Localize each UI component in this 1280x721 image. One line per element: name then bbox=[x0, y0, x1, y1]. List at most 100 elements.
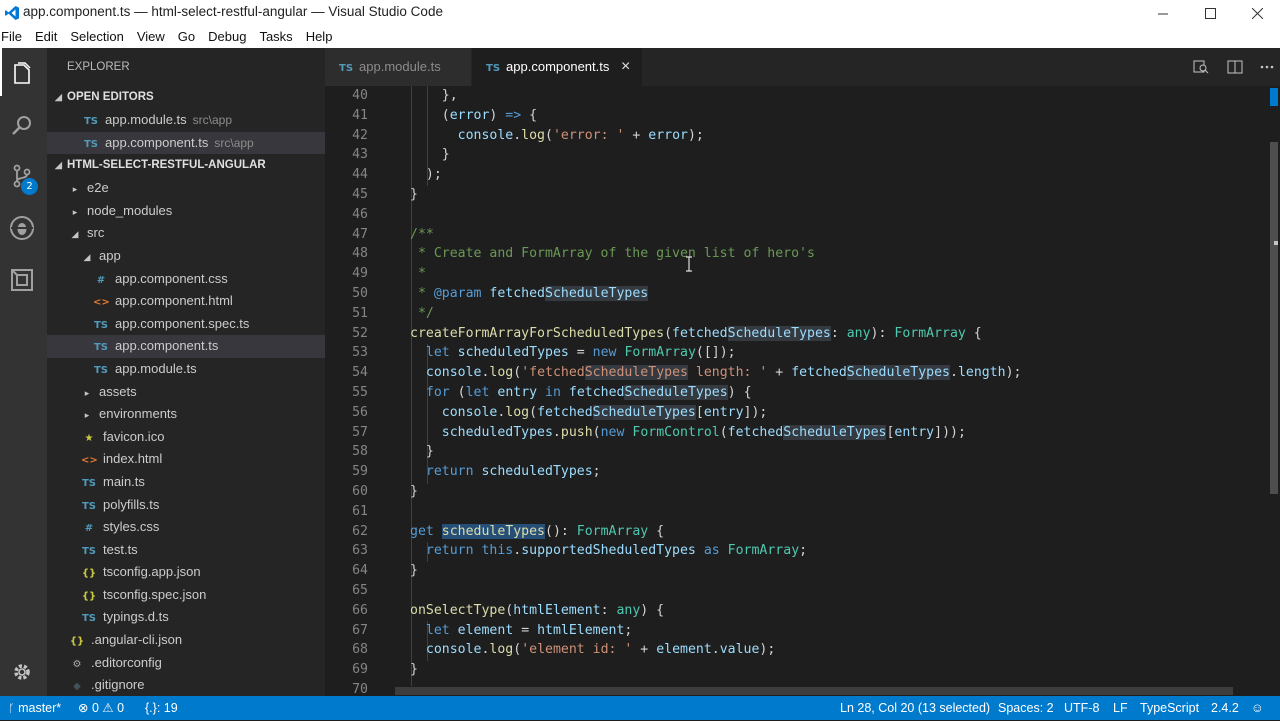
more-actions-icon[interactable] bbox=[1259, 59, 1275, 75]
tree-item[interactable]: ◢ src bbox=[47, 222, 325, 245]
tree-item[interactable]: ▸ assets bbox=[47, 381, 325, 404]
tree-item[interactable]: ★ favicon.ico bbox=[47, 426, 325, 449]
tree-item[interactable]: TS app.component.spec.ts bbox=[47, 313, 325, 336]
tree-item[interactable]: {} tsconfig.app.json bbox=[47, 561, 325, 584]
tab-label: app.component.ts bbox=[506, 59, 610, 74]
scroll-thumb[interactable] bbox=[1270, 142, 1278, 494]
git-branch[interactable]: ᚴ master* bbox=[8, 696, 61, 720]
vertical-scrollbar[interactable] bbox=[1270, 86, 1278, 696]
open-editors-section[interactable]: ◢ OPEN EDITORS bbox=[47, 86, 325, 109]
line-number: 58 bbox=[352, 444, 368, 460]
project-section[interactable]: ◢ HTML-SELECT-RESTFUL-ANGULAR bbox=[47, 154, 325, 177]
cursor-position[interactable]: Ln 28, Col 20 (13 selected) bbox=[840, 696, 990, 720]
code-editor[interactable]: 40 }, 41 (error) => { 42 console.log('er… bbox=[325, 86, 1280, 697]
line-number: 66 bbox=[352, 602, 368, 618]
tree-item-label: .editorconfig bbox=[91, 654, 162, 670]
css-icon: # bbox=[84, 523, 94, 535]
feedback-icon[interactable]: ☺ bbox=[1251, 696, 1264, 720]
open-changes-icon[interactable] bbox=[1193, 59, 1209, 75]
open-editor-item[interactable]: TS app.module.ts src\app bbox=[47, 109, 325, 132]
explorer-icon[interactable] bbox=[8, 60, 36, 88]
close-window-button[interactable] bbox=[1234, 0, 1280, 26]
tree-item-label: tsconfig.spec.json bbox=[103, 586, 207, 602]
tree-item[interactable]: <> app.component.html bbox=[47, 290, 325, 313]
status-bar: ᚴ master* ⊗ 0 ⚠ 0 {.}: 19 Ln 28, Col 20 … bbox=[0, 696, 1280, 720]
html-icon: <> bbox=[93, 297, 110, 309]
tree-item[interactable]: # styles.css bbox=[47, 516, 325, 539]
tree-item[interactable]: TS app.component.ts bbox=[47, 335, 325, 358]
tree-item[interactable]: ⚙ .editorconfig bbox=[47, 652, 325, 675]
file-path: src\app bbox=[214, 135, 254, 150]
tree-item[interactable]: ◆ .gitignore bbox=[47, 674, 325, 697]
tree-item[interactable]: <> index.html bbox=[47, 448, 325, 471]
menu-selection[interactable]: Selection bbox=[70, 26, 123, 44]
menu-debug[interactable]: Debug bbox=[208, 26, 246, 44]
scroll-selection-marker bbox=[1274, 241, 1278, 245]
warning-count: 0 bbox=[117, 701, 125, 715]
favicon-star-icon: ★ bbox=[84, 432, 94, 444]
tree-item[interactable]: TS app.module.ts bbox=[47, 358, 325, 381]
line-ending[interactable]: LF bbox=[1113, 696, 1128, 720]
tree-item[interactable]: ◢ app bbox=[47, 245, 325, 268]
config-icon: ⚙ bbox=[72, 658, 82, 670]
line-number: 69 bbox=[352, 662, 368, 678]
menu-tasks[interactable]: Tasks bbox=[259, 26, 292, 44]
activity-bar: 2 bbox=[0, 48, 47, 696]
open-editor-item[interactable]: TS app.component.ts src\app bbox=[47, 131, 325, 155]
tree-item-label: app.component.html bbox=[115, 293, 233, 309]
indentation[interactable]: Spaces: 2 bbox=[998, 696, 1054, 720]
tree-item-label: e2e bbox=[87, 180, 109, 196]
line-number: 57 bbox=[352, 424, 368, 440]
debug-icon[interactable] bbox=[8, 214, 36, 242]
ts-version[interactable]: 2.4.2 bbox=[1211, 696, 1239, 720]
split-editor-icon[interactable] bbox=[1227, 59, 1243, 75]
search-icon[interactable] bbox=[8, 112, 36, 140]
typescript-icon: TS bbox=[93, 364, 109, 376]
tree-item[interactable]: {} tsconfig.spec.json bbox=[47, 584, 325, 607]
tree-item[interactable]: TS main.ts bbox=[47, 471, 325, 494]
close-tab-icon[interactable]: × bbox=[621, 48, 630, 86]
tree-item[interactable]: ▸ node_modules bbox=[47, 200, 325, 223]
menu-edit[interactable]: Edit bbox=[35, 26, 57, 44]
tree-item-label: app bbox=[99, 247, 121, 263]
tree-item[interactable]: # app.component.css bbox=[47, 268, 325, 291]
symbol-indicator[interactable]: {.}: 19 bbox=[145, 696, 178, 720]
horizontal-scrollbar[interactable] bbox=[395, 687, 1233, 695]
menu-view[interactable]: View bbox=[137, 26, 165, 44]
file-name: app.component.ts bbox=[105, 134, 209, 150]
tab-label: app.module.ts bbox=[359, 59, 441, 74]
typescript-icon: TS bbox=[93, 319, 109, 331]
chevron-down-icon: ◢ bbox=[71, 230, 79, 241]
menu-help[interactable]: Help bbox=[306, 26, 333, 44]
section-label: OPEN EDITORS bbox=[67, 91, 154, 103]
tree-item[interactable]: TS polyfills.ts bbox=[47, 494, 325, 517]
branch-icon: ᚴ bbox=[8, 703, 15, 715]
tree-item[interactable]: ▸ e2e bbox=[47, 177, 325, 200]
tree-item[interactable]: ▸ environments bbox=[47, 403, 325, 426]
tree-item[interactable]: {} .angular-cli.json bbox=[47, 629, 325, 652]
tab-app-module[interactable]: TS app.module.ts bbox=[325, 48, 471, 86]
tree-item-label: src bbox=[87, 225, 105, 241]
tab-app-component[interactable]: TS app.component.ts × bbox=[472, 48, 642, 86]
tree-item[interactable]: TS test.ts bbox=[47, 539, 325, 562]
gear-icon[interactable] bbox=[8, 658, 36, 686]
encoding[interactable]: UTF-8 bbox=[1064, 696, 1099, 720]
language-mode[interactable]: TypeScript bbox=[1140, 696, 1199, 720]
tree-item[interactable]: TS typings.d.ts bbox=[47, 606, 325, 629]
maximize-button[interactable] bbox=[1187, 0, 1233, 26]
css-icon: # bbox=[96, 274, 106, 286]
file-name: app.module.ts bbox=[105, 112, 187, 127]
line-number: 47 bbox=[352, 226, 368, 242]
problems-indicator[interactable]: ⊗ 0 ⚠ 0 bbox=[78, 696, 124, 720]
chevron-down-icon: ◢ bbox=[83, 252, 91, 263]
json-icon: {} bbox=[81, 590, 97, 602]
vscode-logo-icon bbox=[5, 6, 19, 20]
line-number: 46 bbox=[352, 206, 368, 222]
menu-go[interactable]: Go bbox=[178, 26, 195, 44]
line-number: 53 bbox=[352, 345, 368, 361]
text-cursor-icon bbox=[686, 256, 692, 272]
minimize-button[interactable] bbox=[1140, 0, 1186, 26]
menu-file[interactable]: File bbox=[1, 26, 22, 44]
extensions-icon[interactable] bbox=[8, 266, 36, 294]
typescript-icon: TS bbox=[81, 545, 97, 557]
